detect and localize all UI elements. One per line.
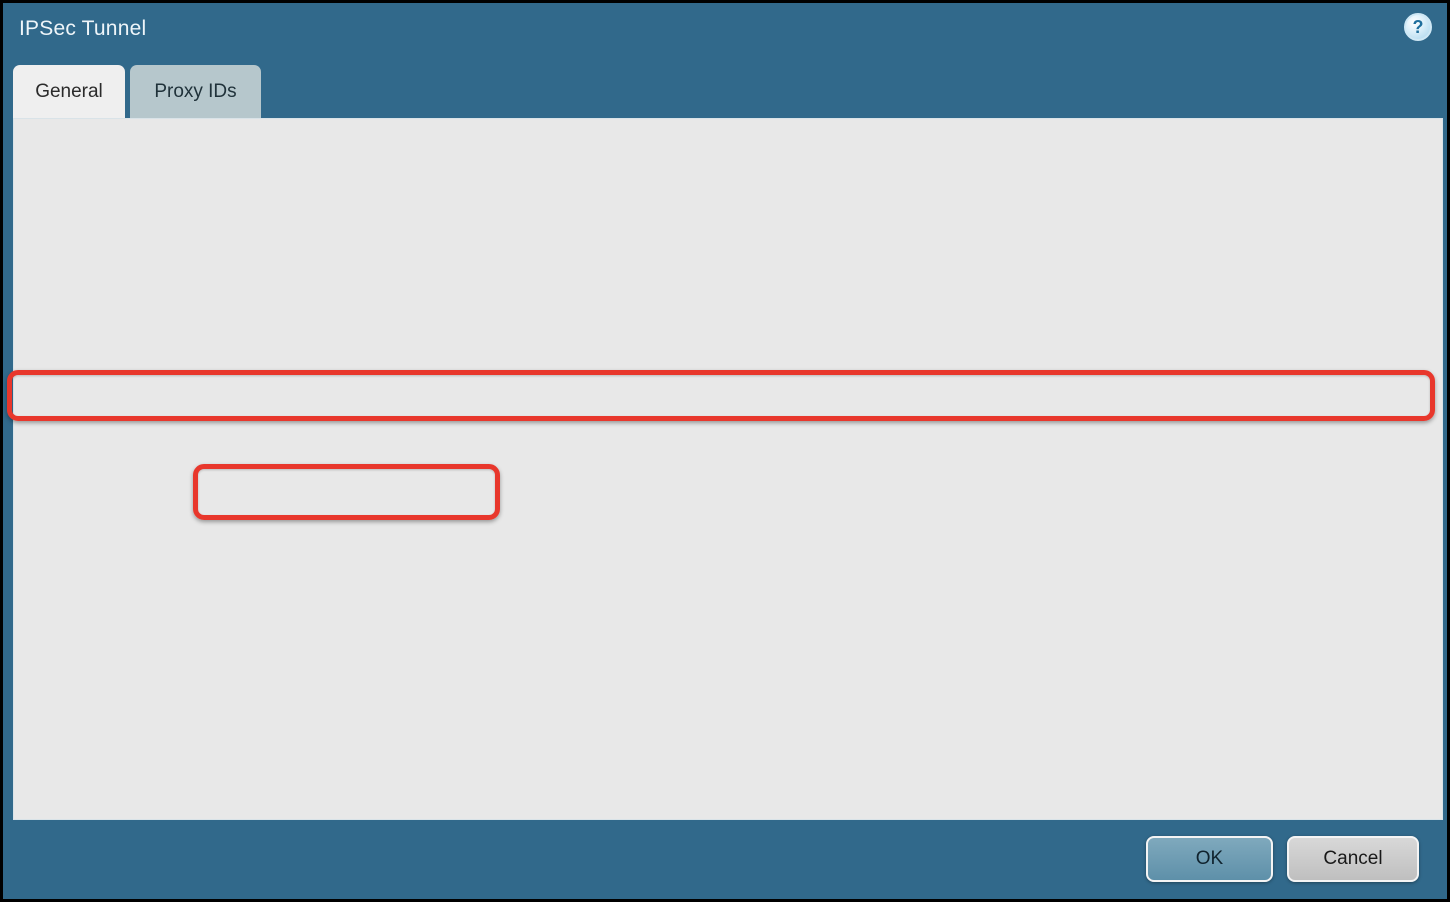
ok-button[interactable]: OK <box>1146 836 1273 882</box>
general-tab-panel <box>13 118 1443 820</box>
help-glyph: ? <box>1413 17 1424 38</box>
tab-general[interactable]: General <box>13 65 125 118</box>
cancel-button[interactable]: Cancel <box>1287 836 1419 882</box>
tab-proxy-ids-label: Proxy IDs <box>154 81 236 103</box>
ipsec-tunnel-dialog: IPSec Tunnel ? General Proxy IDs Name Tu… <box>0 0 1450 902</box>
dialog-title: IPSec Tunnel <box>19 17 146 41</box>
tab-general-label: General <box>35 81 103 103</box>
tab-proxy-ids[interactable]: Proxy IDs <box>130 65 261 118</box>
help-icon[interactable]: ? <box>1404 13 1432 41</box>
ok-button-label: OK <box>1196 848 1223 870</box>
cancel-button-label: Cancel <box>1323 848 1382 870</box>
